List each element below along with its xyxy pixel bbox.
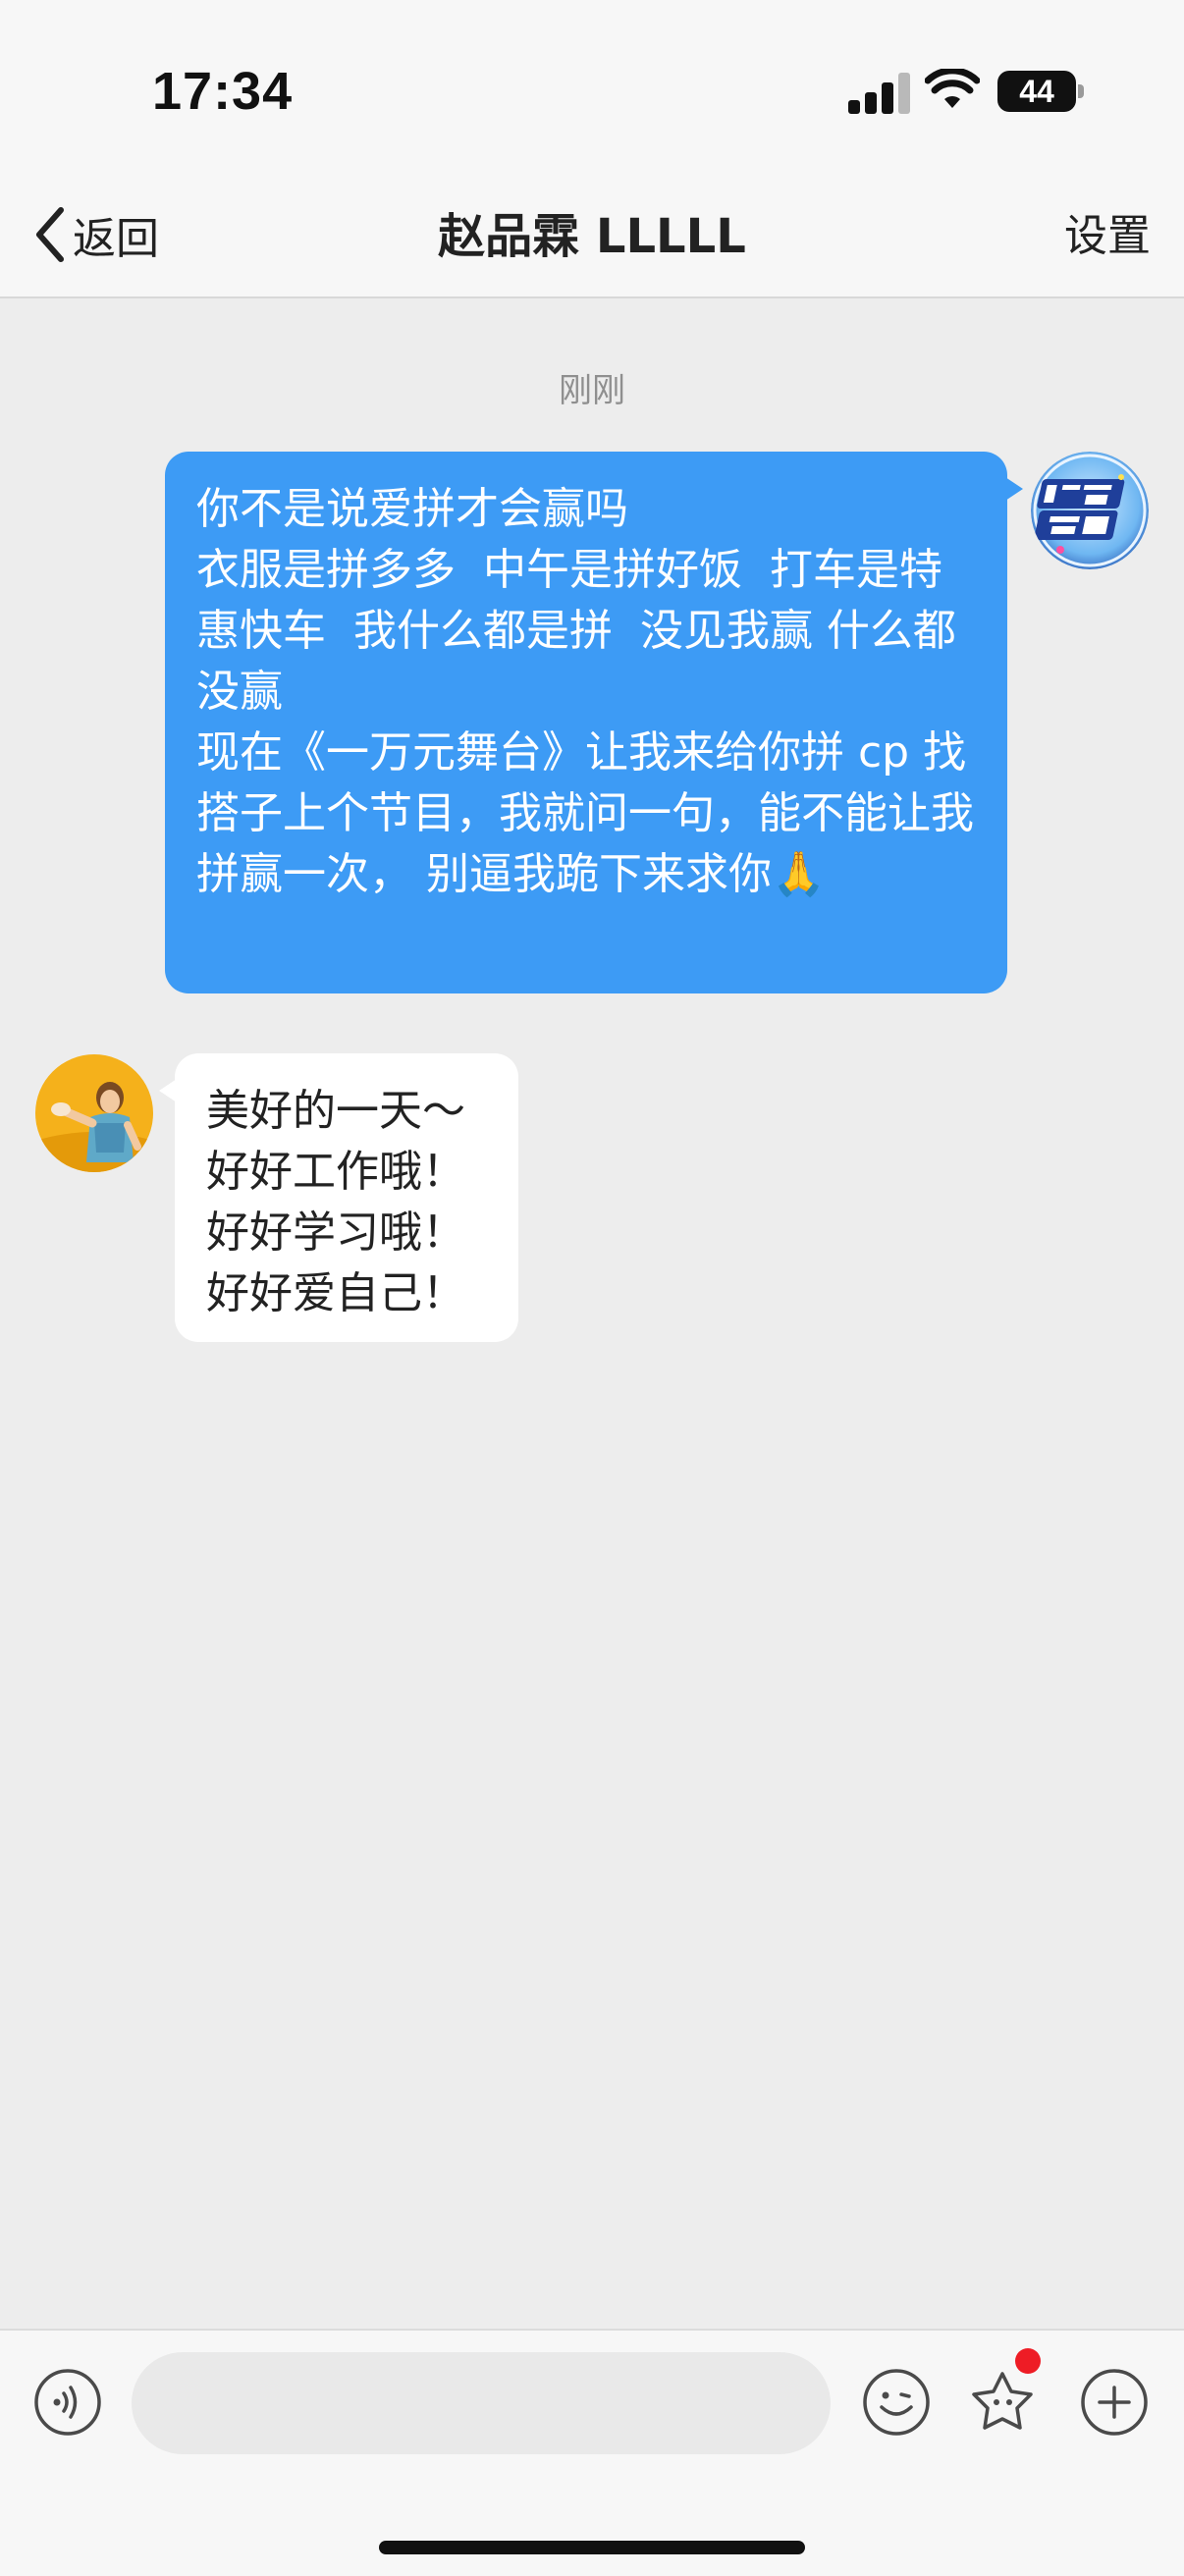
- message-timestamp: 刚刚: [559, 371, 625, 410]
- voice-icon[interactable]: [33, 2368, 102, 2437]
- nav-bar: 返回 赵品霖 LLLLL 设置: [0, 177, 1184, 298]
- emoji-icon[interactable]: [862, 2368, 931, 2437]
- stage-logo-avatar-icon: [1031, 452, 1149, 569]
- chevron-left-icon: [36, 207, 64, 262]
- message-bubble-sent[interactable]: 你不是说爱拼才会赢吗 衣服是拼多多 中午是拼好饭 打车是特惠快车 我什么都是拼 …: [165, 452, 1023, 993]
- self-avatar[interactable]: [1031, 452, 1149, 569]
- settings-button[interactable]: 设置: [1064, 202, 1151, 271]
- back-button[interactable]: 返回: [29, 200, 159, 269]
- cellular-signal-icon: [848, 73, 911, 114]
- message-bubble-received[interactable]: 美好的一天～ 好好工作哦！ 好好学习哦！ 好好爱自己！: [159, 1053, 518, 1342]
- sticker-notification-badge: [1015, 2348, 1041, 2374]
- wifi-icon: [925, 69, 980, 108]
- status-time: 17:34: [152, 62, 294, 121]
- contact-photo-icon: [35, 1054, 153, 1172]
- input-bar: [0, 2329, 1184, 2576]
- sticker-icon[interactable]: [968, 2368, 1037, 2437]
- home-indicator: [379, 2541, 805, 2554]
- battery-level: 44: [997, 71, 1076, 112]
- contact-avatar[interactable]: [35, 1054, 153, 1172]
- battery-cap: [1078, 84, 1084, 98]
- back-label: 返回: [73, 214, 159, 264]
- plus-icon[interactable]: [1080, 2368, 1149, 2437]
- chat-title: 赵品霖 LLLLL: [438, 209, 746, 264]
- status-bar: 17:34 44: [0, 0, 1184, 177]
- message-input[interactable]: [132, 2352, 831, 2454]
